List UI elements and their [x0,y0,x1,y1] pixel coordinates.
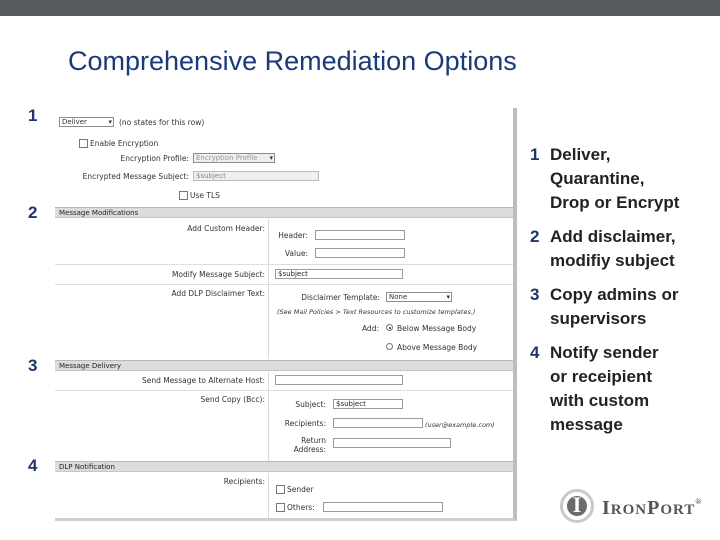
above-body-label: Above Message Body [397,343,478,352]
modify-subject-label: Modify Message Subject: [171,270,265,279]
row-divider [55,264,513,265]
return-address-field[interactable] [333,438,451,448]
add-header-label: Add Custom Header: [187,224,265,233]
bcc-subject-field[interactable]: $subject [333,399,403,409]
use-tls-checkbox[interactable] [179,191,188,200]
ironport-logo: I IRONPORT® [560,489,710,529]
below-body-label: Below Message Body [397,324,477,333]
marker-1: 1 [28,106,38,125]
list-line: Deliver, [550,145,611,164]
notify-others-field[interactable] [323,502,443,512]
list-number: 4 [530,343,540,362]
notify-sender-checkbox[interactable] [276,485,285,494]
row-divider [55,390,513,391]
return-label: Return [301,436,326,445]
section-dlp-notification: DLP Notification [55,461,513,472]
encrypted-subject-field[interactable]: $subject [193,171,319,181]
list-line: Add disclaimer, [550,227,676,246]
list-number: 3 [530,285,540,304]
list-item: 4 Notify sender or receipient with custo… [530,341,715,437]
below-body-radio[interactable] [386,324,393,331]
column-divider [268,372,269,464]
bcc-recipients-hint: (user@example.com) [425,421,495,429]
list-line: or receipient [550,367,653,386]
template-label: Disclaimer Template: [301,293,380,302]
list-line: Notify sender [550,343,659,362]
list-item: 1 Deliver, Quarantine, Drop or Encrypt [530,143,715,215]
marker-3: 3 [28,356,38,375]
slide-title: Comprehensive Remediation Options [68,46,517,76]
bcc-recipients-field[interactable] [333,418,423,428]
settings-screenshot: Deliver (no states for this row) Enable … [55,108,517,521]
list-item: 3 Copy admins or supervisors [530,283,715,331]
action-note: (no states for this row) [119,118,205,127]
list-line: message [550,415,623,434]
dlp-recipients-label: Recipients: [223,477,265,486]
list-line: Quarantine, [550,169,645,188]
bcc-subject-label: Subject: [295,400,326,409]
use-tls-label: Use TLS [190,191,220,200]
row-divider [55,284,513,285]
value-label: Value: [284,249,308,258]
encryption-profile-select[interactable]: Encryption Profile [193,153,275,163]
encrypted-subject-label: Encrypted Message Subject: [82,172,189,181]
return-address-label: Address: [293,445,326,454]
list-number: 1 [530,145,540,164]
marker-2: 2 [28,203,38,222]
top-bar [0,0,720,16]
value-field[interactable] [315,248,405,258]
list-number: 2 [530,227,540,246]
encryption-profile-label: Encryption Profile: [120,154,190,163]
disclaimer-label: Add DLP Disclaimer Text: [171,289,265,298]
header-field[interactable] [315,230,405,240]
template-select[interactable]: None [386,292,452,302]
list-line: modifiy subject [550,251,675,270]
template-hint: (See Mail Policies > Text Resources to c… [277,308,476,316]
alt-host-field[interactable] [275,375,403,385]
enable-encryption-checkbox[interactable] [79,139,88,148]
logo-glyph: I [572,492,582,517]
enable-encryption-label: Enable Encryption [90,139,159,148]
modify-subject-field[interactable]: $subject [275,269,403,279]
logo-wordmark: IRONPORT® [602,497,703,519]
column-divider [268,219,269,359]
alt-host-label: Send Message to Alternate Host: [141,376,265,385]
column-divider [268,473,269,518]
bcc-recipients-label: Recipients: [284,419,326,428]
section-message-delivery: Message Delivery [55,360,513,371]
marker-4: 4 [28,456,38,475]
list-line: Drop or Encrypt [550,193,680,212]
add-position-label: Add: [361,324,379,333]
notify-others-label: Others: [287,503,315,512]
section-message-modifications: Message Modifications [55,207,513,218]
notify-others-checkbox[interactable] [276,503,285,512]
header-label: Header: [278,231,308,240]
remediation-list: 1 Deliver, Quarantine, Drop or Encrypt 2… [530,143,715,447]
list-item: 2 Add disclaimer, modifiy subject [530,225,715,273]
notify-sender-label: Sender [287,485,314,494]
above-body-radio[interactable] [386,343,393,350]
list-line: supervisors [550,309,647,328]
send-copy-label: Send Copy (Bcc): [200,395,265,404]
action-select[interactable]: Deliver [59,117,114,127]
list-line: with custom [550,391,650,410]
list-line: Copy admins or [550,285,679,304]
